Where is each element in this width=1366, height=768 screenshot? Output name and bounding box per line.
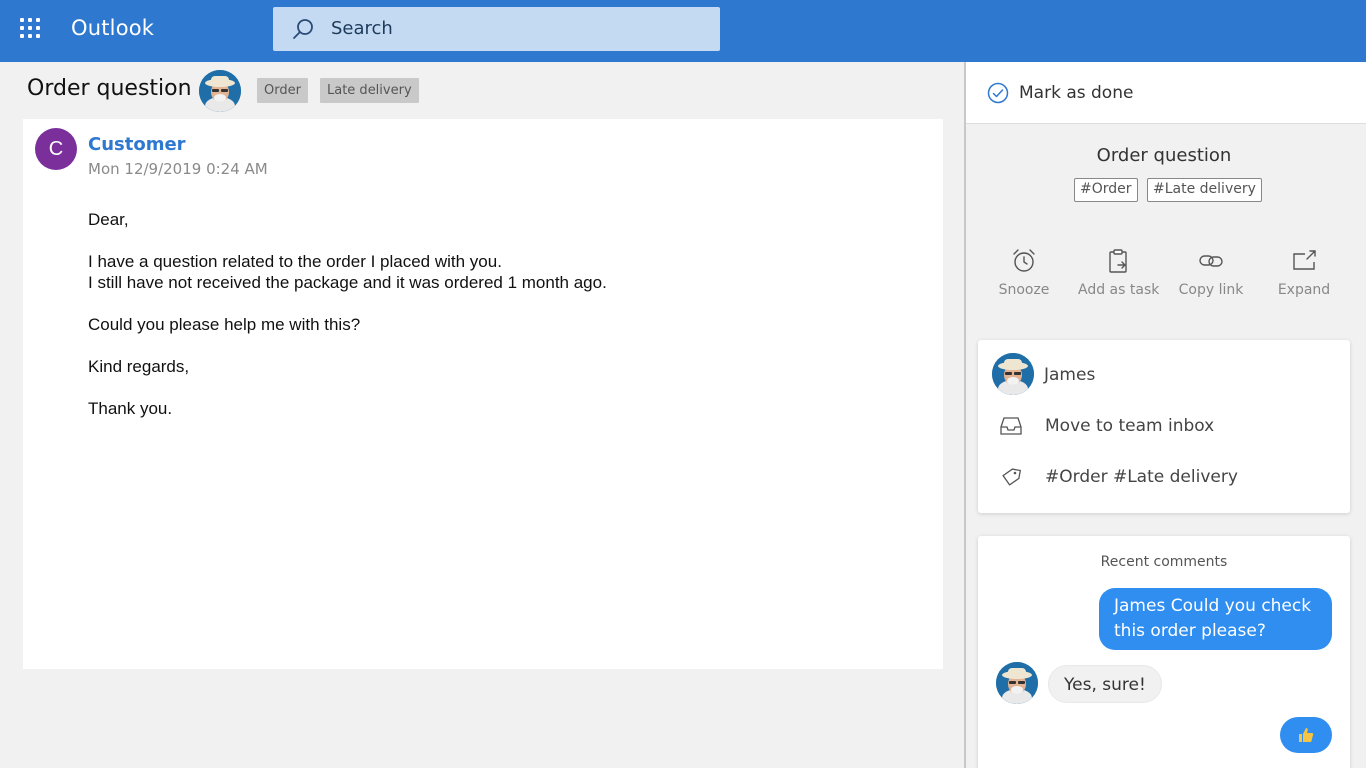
snooze-button[interactable]: Snooze <box>984 248 1064 298</box>
email-date: Mon 12/9/2019 0:24 AM <box>88 160 268 178</box>
top-bar: Outlook Search <box>0 0 1366 62</box>
sender-name[interactable]: Customer <box>88 134 186 155</box>
body-paragraph: I have a question related to the order I… <box>88 251 607 293</box>
search-input[interactable]: Search <box>273 7 720 51</box>
move-to-team-inbox[interactable]: Move to team inbox <box>1045 416 1214 436</box>
person-avatar-icon <box>992 353 1034 395</box>
like-reaction-button[interactable] <box>1280 717 1332 753</box>
assignee-name[interactable]: James <box>1044 365 1095 385</box>
person-avatar-icon <box>996 662 1038 704</box>
add-as-task-button[interactable]: Add as task <box>1078 248 1160 298</box>
email-subject: Order question <box>27 76 192 101</box>
side-panel: Mark as done Order question #Order #Late… <box>966 62 1366 768</box>
hashtag-late-delivery[interactable]: #Late delivery <box>1147 178 1262 202</box>
alarm-clock-icon <box>1013 249 1035 272</box>
action-label: Copy link <box>1178 282 1244 298</box>
expand-button[interactable]: Expand <box>1264 248 1344 298</box>
app-title[interactable]: Outlook <box>71 16 154 40</box>
link-icon <box>1199 255 1223 267</box>
check-circle-icon[interactable] <box>987 82 1009 104</box>
tags-line[interactable]: #Order #Late delivery <box>1045 467 1238 487</box>
search-icon <box>293 19 313 39</box>
comment-outgoing: James Could you check this order please? <box>1099 588 1332 650</box>
action-label: Expand <box>1277 282 1331 298</box>
hashtag-order[interactable]: #Order <box>1074 178 1138 202</box>
tag-late-delivery[interactable]: Late delivery <box>320 78 419 103</box>
body-thanks: Thank you. <box>88 399 173 418</box>
sender-avatar[interactable]: C <box>35 128 77 170</box>
copy-link-button[interactable]: Copy link <box>1171 248 1251 298</box>
comments-title: Recent comments <box>1100 554 1228 570</box>
reading-pane: Order question Order Late delivery C Cus… <box>0 62 964 768</box>
app-launcher-icon[interactable] <box>20 18 40 38</box>
comment-incoming: Yes, sure! <box>1048 665 1162 703</box>
body-line: I still have not received the package an… <box>88 273 607 292</box>
tag-icon <box>1002 468 1022 486</box>
body-line: I have a question related to the order I… <box>88 252 502 271</box>
clipboard-task-icon <box>1109 249 1127 273</box>
body-request: Could you please help me with this? <box>88 315 361 334</box>
thumbs-up-icon <box>1299 728 1314 742</box>
body-closing: Kind regards, <box>88 357 190 376</box>
panel-subject: Order question <box>1096 145 1232 166</box>
person-avatar-icon <box>199 70 241 112</box>
expand-icon <box>1293 250 1316 270</box>
comments-card: Recent comments James Could you check th… <box>978 536 1350 768</box>
email-message: C Customer Mon 12/9/2019 0:24 AM Dear, I… <box>23 119 943 669</box>
action-label: Add as task <box>1078 282 1160 298</box>
commenter-avatar[interactable] <box>996 662 1038 704</box>
mark-as-done-button[interactable]: Mark as done <box>1019 83 1133 103</box>
assignee-avatar[interactable] <box>992 353 1034 395</box>
action-label: Snooze <box>998 282 1050 298</box>
avatar[interactable] <box>199 70 241 112</box>
email-body: Dear, I have a question related to the o… <box>88 209 607 440</box>
tag-order[interactable]: Order <box>257 78 308 103</box>
inbox-tray-icon <box>1000 417 1022 435</box>
mark-done-bar: Mark as done <box>966 62 1366 124</box>
details-card: James Move to team inbox #Order #Late de… <box>978 340 1350 513</box>
search-placeholder: Search <box>331 18 393 39</box>
body-greeting: Dear, <box>88 210 129 229</box>
